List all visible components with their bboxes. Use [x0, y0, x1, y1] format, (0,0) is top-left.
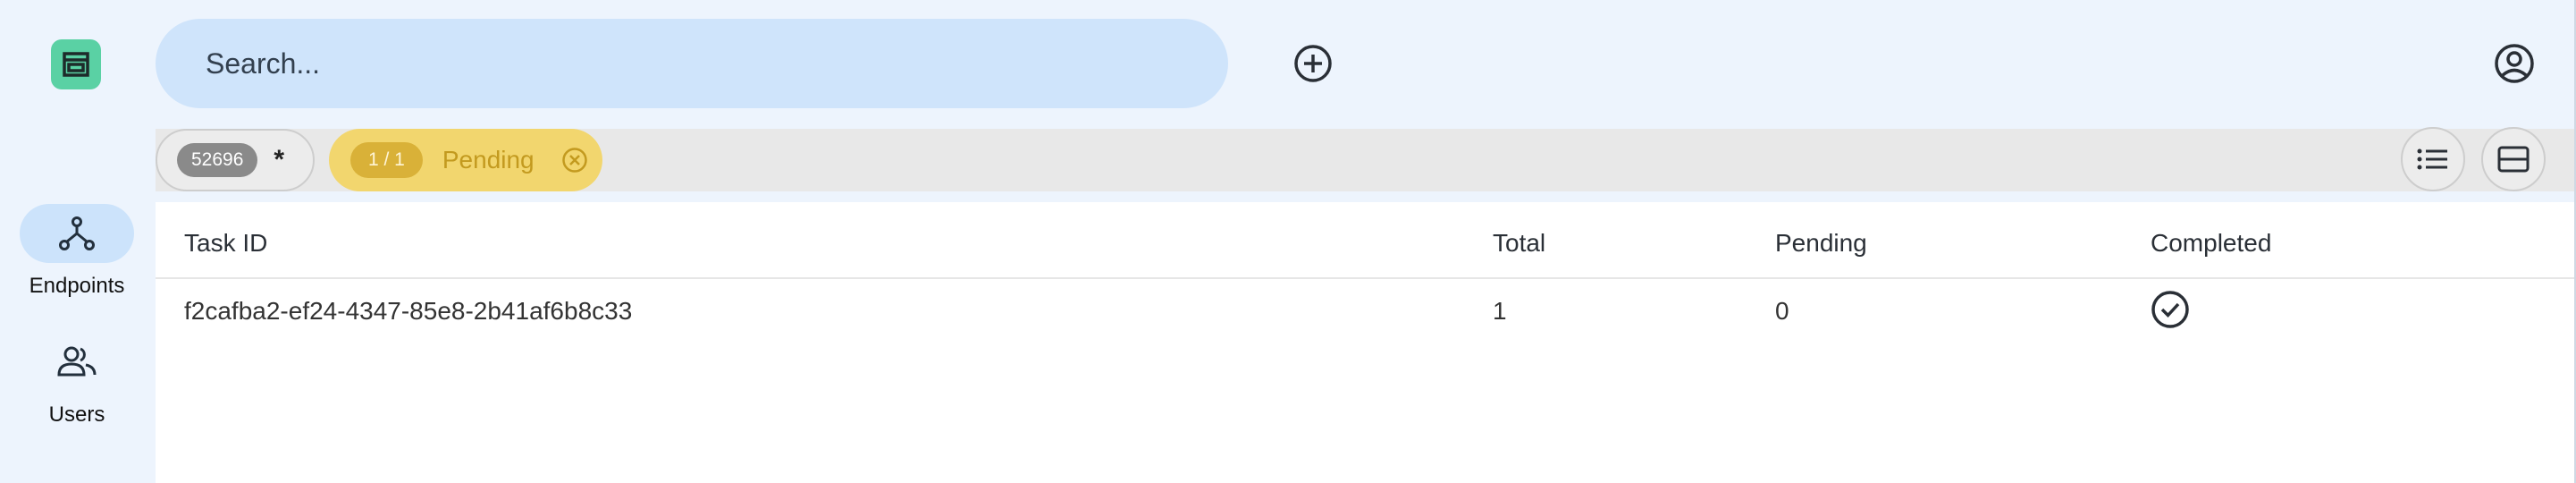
nav-pill-users	[20, 333, 134, 392]
completed-cell	[2151, 290, 2190, 335]
account-button[interactable]	[2488, 38, 2540, 89]
nav-item-endpoints[interactable]: Endpoints	[0, 204, 154, 299]
check-circle-icon	[2151, 291, 2189, 328]
list-view-button[interactable]	[2401, 127, 2465, 191]
remove-filter-button[interactable]	[561, 147, 588, 174]
nav-rail: Endpoints Users	[0, 0, 154, 483]
count-marker: *	[274, 145, 285, 174]
endpoints-icon	[59, 216, 95, 250]
users-icon	[57, 346, 97, 377]
count-chip[interactable]: 52696 *	[156, 129, 315, 191]
account-circle-icon	[2495, 44, 2534, 83]
app-logo-icon	[63, 52, 89, 77]
count-badge: 52696	[177, 143, 258, 177]
add-circle-icon	[1294, 45, 1332, 82]
app-logo[interactable]	[51, 39, 101, 89]
nav-label-users: Users	[48, 402, 105, 427]
total-cell: 1	[1493, 297, 1507, 325]
column-header-completed[interactable]: Completed	[2151, 229, 2271, 258]
pending-cell: 0	[1775, 297, 1789, 325]
tasks-table: Task ID Total Pending Completed f2cafba2…	[156, 202, 2574, 483]
search-input[interactable]: Search...	[156, 19, 1228, 108]
split-view-button[interactable]	[2481, 127, 2546, 191]
status-chip-label: Pending	[442, 146, 535, 174]
nav-item-users[interactable]: Users	[0, 333, 154, 428]
column-header-total[interactable]: Total	[1493, 229, 1545, 258]
column-header-task-id[interactable]: Task ID	[184, 229, 267, 258]
nav-pill-endpoints	[20, 204, 134, 263]
status-filter-chip[interactable]: 1 / 1 Pending	[329, 129, 602, 191]
list-view-icon	[2417, 148, 2447, 170]
column-header-pending[interactable]: Pending	[1775, 229, 1867, 258]
task-id-cell[interactable]: f2cafba2-ef24-4347-85e8-2b41af6b8c33	[184, 297, 632, 326]
filter-bar: 52696 * 1 / 1 Pending	[156, 127, 2574, 191]
split-view-icon	[2497, 146, 2530, 173]
status-chip-badge: 1 / 1	[350, 142, 423, 178]
nav-label-endpoints: Endpoints	[29, 274, 125, 298]
search-placeholder: Search...	[206, 47, 321, 80]
app-window: Endpoints Users Search... 52696 * 1 / 1 …	[0, 0, 2576, 483]
add-button[interactable]	[1289, 39, 1337, 88]
close-circle-icon	[561, 148, 587, 173]
